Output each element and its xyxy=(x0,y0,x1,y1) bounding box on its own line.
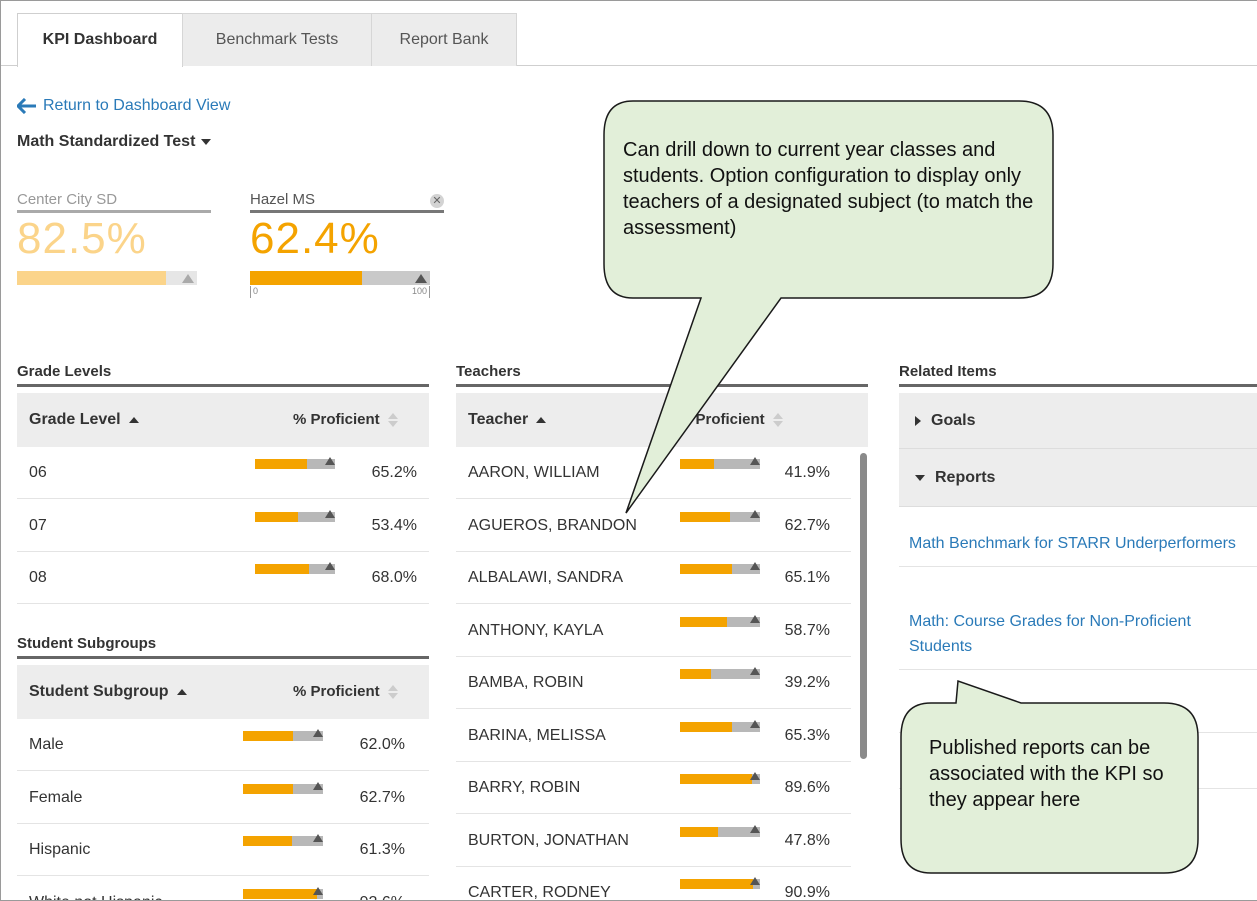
callout-published-reports: Published reports can be associated with… xyxy=(929,737,1164,811)
app-frame: KPI Dashboard Benchmark Tests Report Ban… xyxy=(0,0,1257,901)
callout-drilldown: Can drill down to current year classes a… xyxy=(623,139,1034,239)
